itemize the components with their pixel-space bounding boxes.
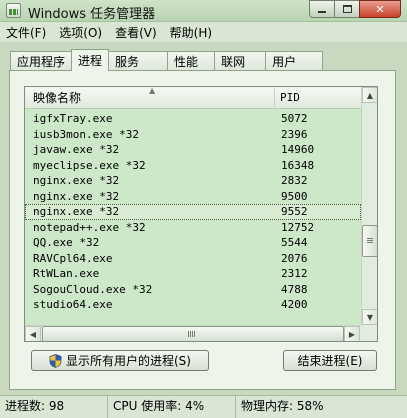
process-image-name: studio64.exe: [33, 298, 113, 311]
column-pid[interactable]: PID: [275, 87, 361, 109]
status-bar: 进程数: 98 CPU 使用率: 4% 物理内存: 58%: [0, 395, 407, 418]
title-bar: Windows 任务管理器 ✕: [0, 0, 407, 22]
process-pid: 5544: [281, 236, 308, 249]
process-pid: 9552: [281, 205, 308, 218]
vertical-scrollbar[interactable]: ▲ ▼: [361, 87, 377, 325]
process-image-name: javaw.exe *32: [33, 143, 120, 156]
process-row[interactable]: nginx.exe *32 9552: [25, 204, 361, 220]
tab-processes[interactable]: 进程: [71, 49, 110, 71]
show-all-processes-label: 显示所有用户的进程(S): [66, 354, 191, 368]
process-pid: 2832: [281, 174, 308, 187]
process-image-name: notepad++.exe *32: [33, 220, 146, 234]
process-row[interactable]: studio64.exe 4200: [25, 297, 361, 313]
process-row[interactable]: igfxTray.exe 5072: [25, 111, 361, 127]
list-header: 映像名称 ▲ PID: [25, 87, 361, 109]
process-pid: 16348: [281, 158, 315, 172]
process-pid: 14960: [281, 143, 315, 156]
tab-users[interactable]: 用户: [265, 51, 324, 71]
tab-networking[interactable]: 联网: [214, 51, 267, 71]
task-manager-icon: [6, 3, 21, 18]
process-row[interactable]: SogouCloud.exe *32 4788: [25, 282, 361, 298]
scroll-up-icon[interactable]: ▲: [362, 87, 377, 103]
process-image-name: RtWLan.exe: [33, 267, 100, 280]
process-pid: 5072: [281, 112, 308, 125]
minimize-icon: [318, 11, 326, 13]
menu-file[interactable]: 文件(F): [6, 24, 46, 41]
minimize-button[interactable]: [309, 0, 335, 18]
end-process-label: 结束进程(E): [297, 354, 363, 368]
process-row[interactable]: QQ.exe *32 5544: [25, 235, 361, 251]
sort-ascending-icon: ▲: [149, 86, 156, 95]
uac-shield-icon: [49, 353, 62, 368]
process-image-name: nginx.exe *32: [33, 174, 120, 187]
process-row[interactable]: nginx.exe *32 9500: [25, 189, 361, 205]
close-button[interactable]: ✕: [359, 0, 401, 18]
show-all-processes-button[interactable]: 显示所有用户的进程(S): [31, 350, 209, 371]
maximize-button[interactable]: [334, 0, 360, 18]
process-row[interactable]: myeclipse.exe *32 16348: [25, 158, 361, 174]
tab-services[interactable]: 服务: [108, 51, 169, 71]
process-row[interactable]: notepad++.exe *32 12752: [25, 220, 361, 236]
menu-options[interactable]: 选项(O): [59, 24, 102, 41]
process-pid: 2396: [281, 127, 308, 141]
scroll-left-icon[interactable]: ◀: [25, 326, 41, 341]
process-image-name: SogouCloud.exe *32: [33, 282, 153, 296]
process-row[interactable]: iusb3mon.exe *32 2396: [25, 127, 361, 143]
process-image-name: nginx.exe *32: [33, 205, 120, 218]
tab-performance[interactable]: 性能: [167, 51, 216, 71]
horizontal-scrollbar[interactable]: ◀ ▶: [25, 325, 361, 341]
scroll-corner: [361, 325, 377, 341]
close-icon: ✕: [375, 2, 385, 16]
process-image-name: iusb3mon.exe *32: [33, 127, 139, 141]
scroll-down-icon[interactable]: ▼: [362, 309, 377, 325]
menu-bar: 文件(F) 选项(O) 查看(V) 帮助(H): [0, 22, 407, 42]
tab-strip: 应用程序 进程 服务 性能 联网 用户: [10, 49, 324, 71]
end-process-button[interactable]: 结束进程(E): [283, 350, 377, 371]
horizontal-scroll-thumb[interactable]: [42, 326, 344, 341]
process-row[interactable]: javaw.exe *32 14960: [25, 142, 361, 158]
process-image-name: QQ.exe *32: [33, 236, 100, 249]
process-rows: igfxTray.exe 5072 iusb3mon.exe *32 2396 java…: [25, 111, 361, 313]
menu-help[interactable]: 帮助(H): [170, 24, 212, 41]
process-pid: 2312: [281, 267, 308, 280]
process-image-name: myeclipse.exe *32: [33, 158, 146, 172]
process-image-name: igfxTray.exe: [33, 112, 113, 125]
process-list[interactable]: 映像名称 ▲ PID igfxTray.exe 5072 iusb3mon.exe …: [24, 86, 378, 342]
maximize-icon: [342, 5, 352, 13]
window-title: Windows 任务管理器: [28, 7, 156, 22]
process-pid: 4200: [281, 298, 308, 311]
physical-memory: 物理内存: 58%: [241, 399, 324, 413]
process-pid: 12752: [281, 220, 315, 234]
menu-view[interactable]: 查看(V): [115, 24, 157, 41]
process-pid: 4788: [281, 282, 308, 296]
process-pid: 2076: [281, 251, 308, 265]
process-row[interactable]: nginx.exe *32 2832: [25, 173, 361, 189]
process-row[interactable]: RAVCpl64.exe 2076: [25, 251, 361, 267]
process-image-name: nginx.exe *32: [33, 189, 120, 203]
window-controls: ✕: [309, 0, 401, 19]
cpu-usage: CPU 使用率: 4%: [108, 396, 236, 418]
vertical-scroll-thumb[interactable]: [362, 225, 377, 257]
process-pid: 9500: [281, 189, 308, 203]
process-row[interactable]: RtWLan.exe 2312: [25, 266, 361, 282]
process-image-name: RAVCpl64.exe: [33, 251, 113, 265]
scroll-right-icon[interactable]: ▶: [344, 326, 360, 341]
tab-applications[interactable]: 应用程序: [10, 51, 73, 71]
process-count: 进程数: 98: [0, 396, 108, 418]
